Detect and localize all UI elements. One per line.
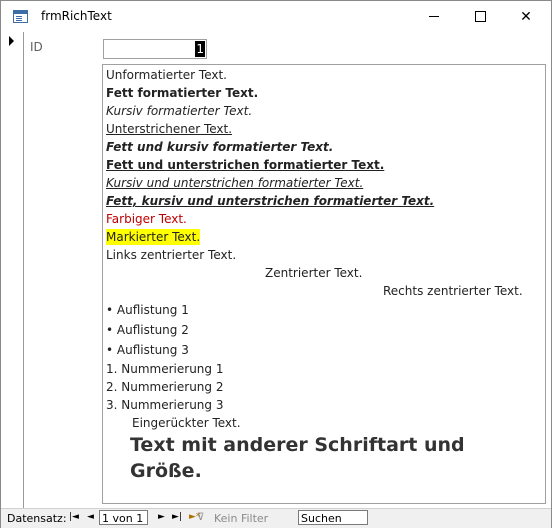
- title-bar: frmRichText ✕: [1, 1, 551, 32]
- form-icon: [13, 10, 28, 23]
- bullet-item: • Auflistung 3: [106, 343, 189, 357]
- last-record-button[interactable]: ►|: [172, 512, 182, 522]
- bold-text: Fett formatierter Text.: [106, 86, 259, 100]
- colored-text: Farbiger Text.: [106, 212, 187, 226]
- bullet-item: • Auflistung 2: [106, 323, 189, 337]
- italic-underline-text: Kursiv und unterstrichen formatierter Te…: [106, 176, 364, 190]
- id-value: 1: [195, 41, 205, 57]
- indented-text: Eingerückter Text.: [132, 416, 241, 430]
- id-label: ID: [30, 40, 43, 54]
- bullet-icon: •: [106, 323, 117, 337]
- form-window: frmRichText ✕ ID 1 Unformatierter Text. …: [0, 0, 552, 528]
- previous-record-button[interactable]: ◄: [87, 512, 94, 522]
- record-selector[interactable]: [1, 32, 24, 508]
- bold-italic-text: Fett und kursiv formatierter Text.: [106, 140, 334, 154]
- window-title: frmRichText: [41, 9, 112, 23]
- right-aligned-text: Rechts zentrierter Text.: [383, 284, 523, 298]
- current-record-field[interactable]: 1 von 1: [99, 510, 148, 525]
- left-aligned-text: Links zentrierter Text.: [106, 248, 237, 262]
- minimize-button[interactable]: [411, 1, 457, 32]
- minimize-icon: [429, 16, 439, 17]
- underline-text: Unterstrichener Text.: [106, 122, 233, 136]
- plain-text: Unformatierter Text.: [106, 68, 227, 82]
- search-input[interactable]: Suchen: [298, 510, 368, 525]
- italic-text: Kursiv formatierter Text.: [106, 104, 253, 118]
- bullet-icon: •: [106, 303, 117, 317]
- close-icon: ✕: [520, 8, 532, 25]
- numbered-item: 1. Nummerierung 1: [106, 362, 224, 376]
- bullet-item: • Auflistung 1: [106, 303, 189, 317]
- id-field[interactable]: 1: [103, 39, 207, 59]
- filter-icon: ⊽: [197, 512, 205, 523]
- rich-text-field[interactable]: Unformatierter Text. Fett formatierter T…: [102, 64, 546, 504]
- center-aligned-text: Zentrierter Text.: [265, 266, 363, 280]
- record-label: Datensatz:: [7, 512, 67, 525]
- bold-italic-underline-text: Fett, kursiv und unterstrichen formatier…: [106, 194, 435, 208]
- current-record-arrow-icon: [9, 36, 14, 46]
- maximize-button[interactable]: [457, 1, 503, 32]
- maximize-icon: [474, 11, 486, 22]
- next-record-button[interactable]: ►: [158, 512, 165, 522]
- numbered-item: 2. Nummerierung 2: [106, 380, 224, 394]
- filter-button[interactable]: ⊽ Kein Filter: [197, 512, 268, 525]
- bullet-icon: •: [106, 343, 117, 357]
- numbered-item: 3. Nummerierung 3: [106, 398, 224, 412]
- close-button[interactable]: ✕: [503, 1, 549, 32]
- first-record-button[interactable]: |◄: [69, 512, 79, 522]
- different-font-text-line2: Größe.: [130, 460, 202, 482]
- bold-underline-text: Fett und unterstrichen formatierter Text…: [106, 158, 385, 172]
- highlighted-text: Markierter Text.: [106, 229, 201, 245]
- record-navigation-bar: Datensatz: |◄ ◄ 1 von 1 ► ►| ►* ⊽ Kein Fi…: [1, 508, 551, 528]
- different-font-text-line1: Text mit anderer Schriftart und: [130, 434, 465, 456]
